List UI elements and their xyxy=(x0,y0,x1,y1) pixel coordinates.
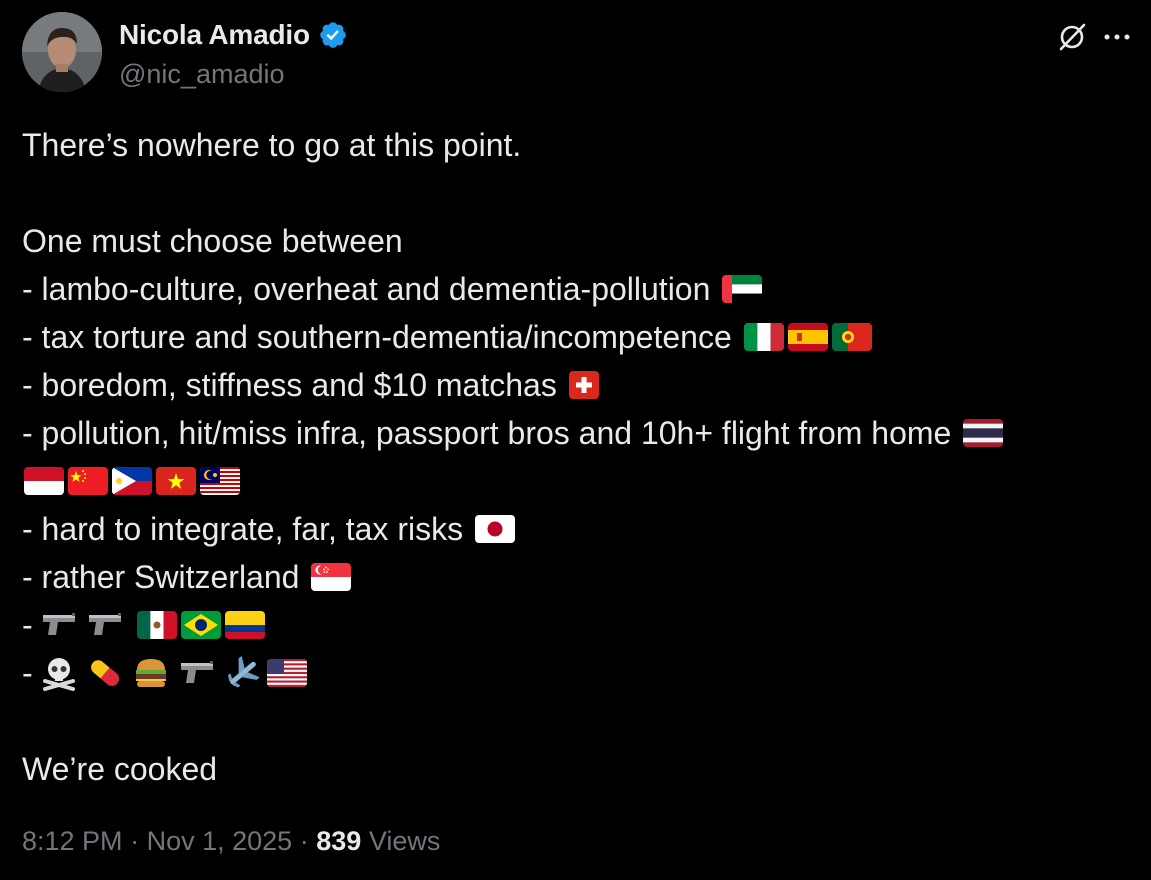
tweet-line: - tax torture and southern-dementia/inco… xyxy=(22,313,1132,361)
tweet-line: - rather Switzerland xyxy=(22,553,1132,601)
tweet-line: We’re cooked xyxy=(22,745,1132,793)
airplane-icon xyxy=(223,655,263,691)
flag-italy-icon xyxy=(743,323,784,351)
pill-icon xyxy=(85,655,125,691)
verified-badge-icon[interactable] xyxy=(318,20,348,50)
views-count: 839 xyxy=(316,826,362,856)
meta-separator: · xyxy=(299,826,309,856)
tweet-line-text: - rather Switzerland xyxy=(22,559,300,595)
flag-vietnam-icon xyxy=(156,467,196,495)
flag-indonesia-icon xyxy=(24,467,64,495)
flag-malaysia-icon xyxy=(200,467,240,495)
tweet-header: Nicola Amadio @nic_amadio xyxy=(22,12,1132,96)
more-options-icon[interactable] xyxy=(1102,22,1132,52)
avatar[interactable] xyxy=(22,12,102,92)
tweet-line-text: - pollution, hit/miss infra, passport br… xyxy=(22,415,952,451)
grok-icon[interactable] xyxy=(1057,22,1087,52)
tweet-date[interactable]: Nov 1, 2025 xyxy=(147,826,293,856)
pistol-icon xyxy=(177,655,217,691)
tweet-line xyxy=(22,457,1132,505)
tweet-text: There’s nowhere to go at this point. One… xyxy=(22,121,1132,793)
author-handle[interactable]: @nic_amadio xyxy=(119,59,348,90)
meta-separator: · xyxy=(130,826,140,856)
flag-philippines-icon xyxy=(112,467,152,495)
flag-japan-icon xyxy=(475,515,516,543)
flag-portugal-icon xyxy=(831,323,872,351)
tweet-line-text: One must choose between xyxy=(22,223,403,259)
flag-colombia-icon xyxy=(224,611,265,639)
views-label: Views xyxy=(368,826,441,856)
pistol-icon xyxy=(85,607,125,643)
tweet-line-text: - lambo-culture, overheat and dementia-p… xyxy=(22,271,711,307)
skull-crossbones-icon xyxy=(39,655,79,691)
flag-switzerland-icon xyxy=(568,371,599,399)
flag-china-icon xyxy=(68,467,108,495)
hamburger-icon xyxy=(131,655,171,691)
pistol-icon xyxy=(39,607,79,643)
flag-thailand-icon xyxy=(963,419,1004,447)
tweet-line: - hard to integrate, far, tax risks xyxy=(22,505,1132,553)
flag-brazil-icon xyxy=(180,611,221,639)
tweet-line-text: - hard to integrate, far, tax risks xyxy=(22,511,464,547)
tweet-line-text: - tax torture and southern-dementia/inco… xyxy=(22,319,732,355)
tweet-line-text: - xyxy=(22,655,33,691)
tweet-line: - xyxy=(22,601,1132,649)
tweet-line: One must choose between xyxy=(22,217,1132,265)
tweet-line: - pollution, hit/miss infra, passport br… xyxy=(22,409,1132,457)
flag-usa-icon xyxy=(266,659,307,687)
tweet-line-text: - boredom, stiffness and $10 matchas xyxy=(22,367,557,403)
tweet-line: - lambo-culture, overheat and dementia-p… xyxy=(22,265,1132,313)
tweet-time[interactable]: 8:12 PM xyxy=(22,826,123,856)
tweet-line-text: - xyxy=(22,607,33,643)
tweet-line: - boredom, stiffness and $10 matchas xyxy=(22,361,1132,409)
tweet-line: There’s nowhere to go at this point. xyxy=(22,121,1132,169)
tweet-line-text: We’re cooked xyxy=(22,751,218,787)
flag-spain-icon xyxy=(787,323,828,351)
display-name[interactable]: Nicola Amadio xyxy=(119,19,310,51)
author-names: Nicola Amadio @nic_amadio xyxy=(119,18,348,90)
tweet-line-text: There’s nowhere to go at this point. xyxy=(22,127,522,163)
tweet-line: - xyxy=(22,649,1132,697)
flag-mexico-icon xyxy=(136,611,177,639)
flag-uae-icon xyxy=(722,275,763,303)
tweet-meta: 8:12 PM · Nov 1, 2025 · 839 Views xyxy=(22,826,440,857)
flag-singapore-icon xyxy=(311,563,352,591)
